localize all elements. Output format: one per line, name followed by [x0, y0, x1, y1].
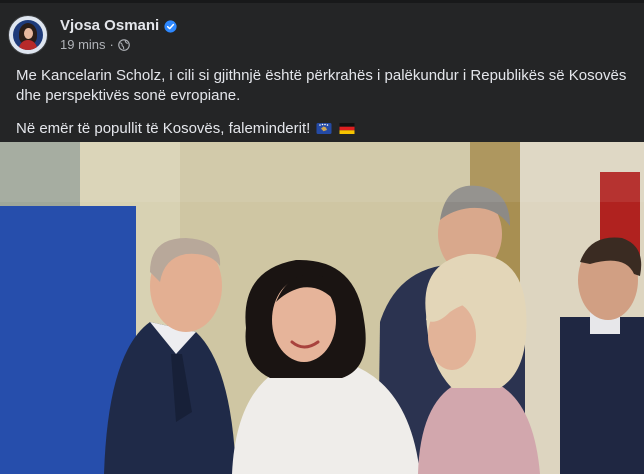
separator-dot: ·	[109, 37, 114, 52]
globe-icon[interactable]	[118, 39, 130, 51]
post-meta: Vjosa Osmani 19 mins ·	[60, 17, 177, 53]
post-photo[interactable]	[0, 142, 644, 474]
top-divider	[0, 0, 644, 3]
post-time[interactable]: 19 mins	[60, 37, 106, 53]
verified-badge-icon	[164, 19, 177, 33]
post-text-line-2: Në emër të popullit të Kosovës, falemind…	[16, 120, 311, 137]
flag-germany-icon	[339, 121, 355, 141]
post-text-paragraph-2: Në emër të popullit të Kosovës, falemind…	[16, 119, 632, 141]
flag-kosovo-icon	[316, 121, 332, 141]
author-name[interactable]: Vjosa Osmani	[60, 17, 159, 35]
avatar[interactable]	[8, 15, 48, 55]
author-row: Vjosa Osmani	[60, 17, 177, 35]
post-header: Vjosa Osmani 19 mins ·	[8, 13, 177, 57]
post-timestamp-row: 19 mins ·	[60, 37, 177, 53]
post-message: Me Kancelarin Scholz, i cili si gjithnjë…	[16, 66, 632, 154]
post-text-paragraph-1: Me Kancelarin Scholz, i cili si gjithnjë…	[16, 67, 627, 104]
